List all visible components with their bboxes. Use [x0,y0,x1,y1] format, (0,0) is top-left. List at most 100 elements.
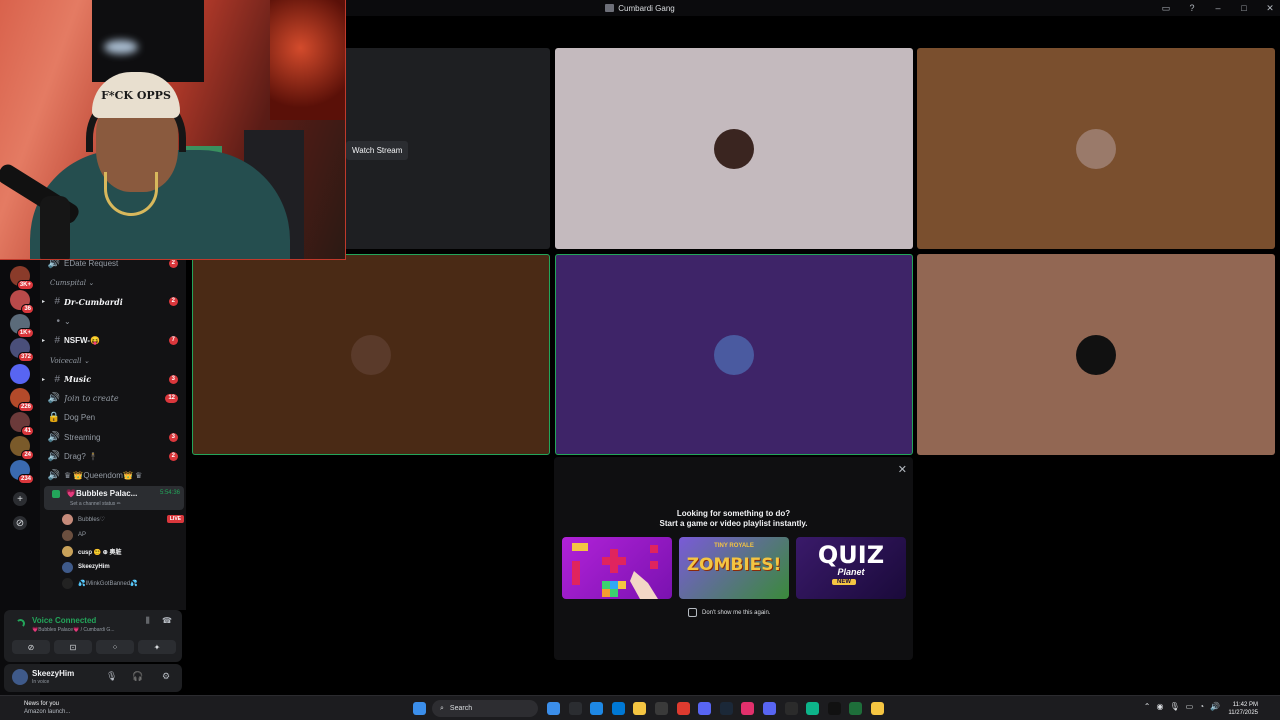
background-poster [270,0,345,120]
headphones-icon[interactable]: 🎧 [132,671,143,682]
microphone-icon[interactable]: 🎙 [106,671,117,682]
video-tile[interactable] [192,254,550,455]
server-icon[interactable] [10,364,30,384]
server-icon[interactable]: 234 [10,460,34,484]
channel-item[interactable]: 🔊 Streaming 3 [40,429,186,445]
block-puzzle-icon [572,543,658,599]
channel-item[interactable]: ▸ # NSFW-😝 7 [40,332,186,348]
avatar[interactable] [12,669,28,685]
camera-off-button[interactable]: ⊘ [12,640,50,654]
channel-category[interactable]: Voicecall ⌄ [50,357,90,365]
voice-user[interactable]: AP [62,527,184,543]
file-explorer-icon[interactable] [611,702,625,715]
maximize-button[interactable]: □ [1238,3,1250,13]
tray-battery-icon[interactable]: ▭ [1186,702,1194,711]
chrome-icon[interactable] [655,702,668,715]
voice-user[interactable]: cusp 😵‍💫 ⊕ 奥脏 [62,543,184,559]
server-icon[interactable]: 41 [10,412,34,436]
voice-user[interactable]: Bubbles♡ LIVE [62,511,184,527]
terminal-icon[interactable] [849,702,863,715]
minimize-button[interactable]: – [1212,3,1224,13]
channel-item[interactable]: ▸ # Music 3 [40,371,186,387]
screen-share-button[interactable]: ⊡ [54,640,92,654]
chrome-alt-icon[interactable] [676,702,690,715]
close-icon[interactable]: ✕ [898,463,907,476]
window-controls: ▭ ? – □ ✕ [1160,0,1276,16]
tray-network-icon[interactable]: ◔ [1199,702,1204,711]
channel-item[interactable]: 🔊 Join to create 12 [40,391,186,407]
voice-connected-channel[interactable]: 💗Bubbles Palace💗 / Cumbardi G... [32,627,115,633]
channel-item[interactable]: ▸ # Dr-Cumbardi 2 [40,294,186,310]
activity-heading-line2: Start a game or video playlist instantly… [659,519,808,528]
channel-status[interactable]: Set a channel status ✏ [70,501,121,507]
voice-timer: 5:54:36 [159,490,180,496]
server-icon[interactable]: 3K+ [10,266,34,290]
edge-icon[interactable] [568,702,582,715]
voice-channel-icon: 🔊 [47,470,60,482]
live-badge: LIVE [166,515,184,523]
soundboard-button[interactable]: ✦ [138,640,176,654]
avatar [62,577,73,589]
channel-item[interactable]: 🔊 Drag? 🕴 2 [40,448,186,464]
username[interactable]: SkeezyHim [32,669,74,678]
settings-gear-icon[interactable]: ⚙ [162,671,170,682]
tray-discord-icon[interactable]: ◉ [1156,702,1163,711]
discover-icon[interactable]: ⊘ [13,516,27,530]
channel-category[interactable]: Cumspital ⌄ [50,279,94,287]
taskbar-clock[interactable]: 11:42 PM 11/27/2025 [1228,701,1258,717]
task-view-icon[interactable] [547,702,560,715]
tray-mic-icon[interactable]: 🎙 [1169,702,1179,711]
steam-icon[interactable] [719,702,733,715]
voice-user[interactable]: SkeezyHim [62,559,184,575]
sticky-notes-icon[interactable] [871,702,884,715]
server-icon[interactable]: 36 [10,290,34,314]
voice-user[interactable]: 💦IMinkGotBanned💦 [62,575,184,591]
user-status: In voice [32,679,50,685]
dont-show-again[interactable]: Don't show me this again. [688,608,771,617]
channel-item[interactable]: • ⌄ [40,313,186,329]
avatar [62,529,73,541]
tray-chevron-icon[interactable]: ⌃ [1144,702,1151,711]
video-tile[interactable] [917,254,1275,455]
signal-icon[interactable] [16,619,25,628]
server-icon[interactable]: 1K+ [10,314,34,338]
server-icon[interactable]: 372 [10,338,34,362]
activity-card-blocks[interactable] [562,537,672,599]
video-tile[interactable] [917,48,1275,249]
taskbar-search[interactable]: ⌕ Search [432,700,538,717]
mention-badge: 24 [21,450,34,460]
discord-ptb-icon[interactable] [763,702,776,715]
channel-item[interactable]: 🔒 Dog Pen [40,410,186,426]
copilot-icon[interactable] [590,702,604,715]
discord-icon[interactable] [698,702,712,715]
tiktok-icon[interactable] [827,702,841,715]
app-icon[interactable] [806,702,820,715]
disconnect-icon[interactable]: ☎ [162,616,172,625]
active-voice-channel[interactable]: 💗Bubbles Palac... 5:54:36 Set a channel st… [44,486,184,510]
close-button[interactable]: ✕ [1264,3,1276,14]
channel-item[interactable]: 🔊 ♛ 👑Queendom👑 ♛ [40,468,186,484]
chatgpt-icon[interactable] [784,702,798,715]
user-panel: SkeezyHim In voice 🎙 🎧 ⚙ [4,664,182,692]
video-tile[interactable] [555,48,913,249]
help-icon[interactable]: ? [1186,3,1198,13]
app-window: Cumbardi Gang ▭ ? – □ ✕ Watch Stream ✕ L… [0,0,1280,720]
add-server-icon[interactable]: + [13,492,27,506]
server-icon[interactable]: 24 [10,436,34,460]
inbox-icon[interactable]: ▭ [1160,3,1172,14]
activity-card-quiz[interactable]: QUIZ Planet NEW [796,537,906,599]
activities-button[interactable]: ⁘ [96,640,134,654]
news-widget[interactable]: News for you Amazon launch... [6,700,70,716]
video-tile[interactable] [555,254,913,455]
watch-stream-button[interactable]: Watch Stream [346,141,409,160]
unread-indicator-icon: ▸ [42,376,46,383]
instagram-icon[interactable] [741,702,755,715]
noise-suppression-icon[interactable]: ⫼ [146,616,150,626]
server-icon[interactable]: 226 [10,388,34,412]
start-button-icon[interactable] [413,702,426,715]
dont-show-checkbox[interactable] [688,608,697,617]
activity-card-zombies[interactable]: TINY ROYALE ZOMBIES! [679,537,789,599]
channel-item[interactable]: 🔊 EDate Request 2 [40,260,186,271]
store-icon[interactable] [633,702,647,715]
tray-volume-icon[interactable]: 🔊 [1210,702,1220,711]
